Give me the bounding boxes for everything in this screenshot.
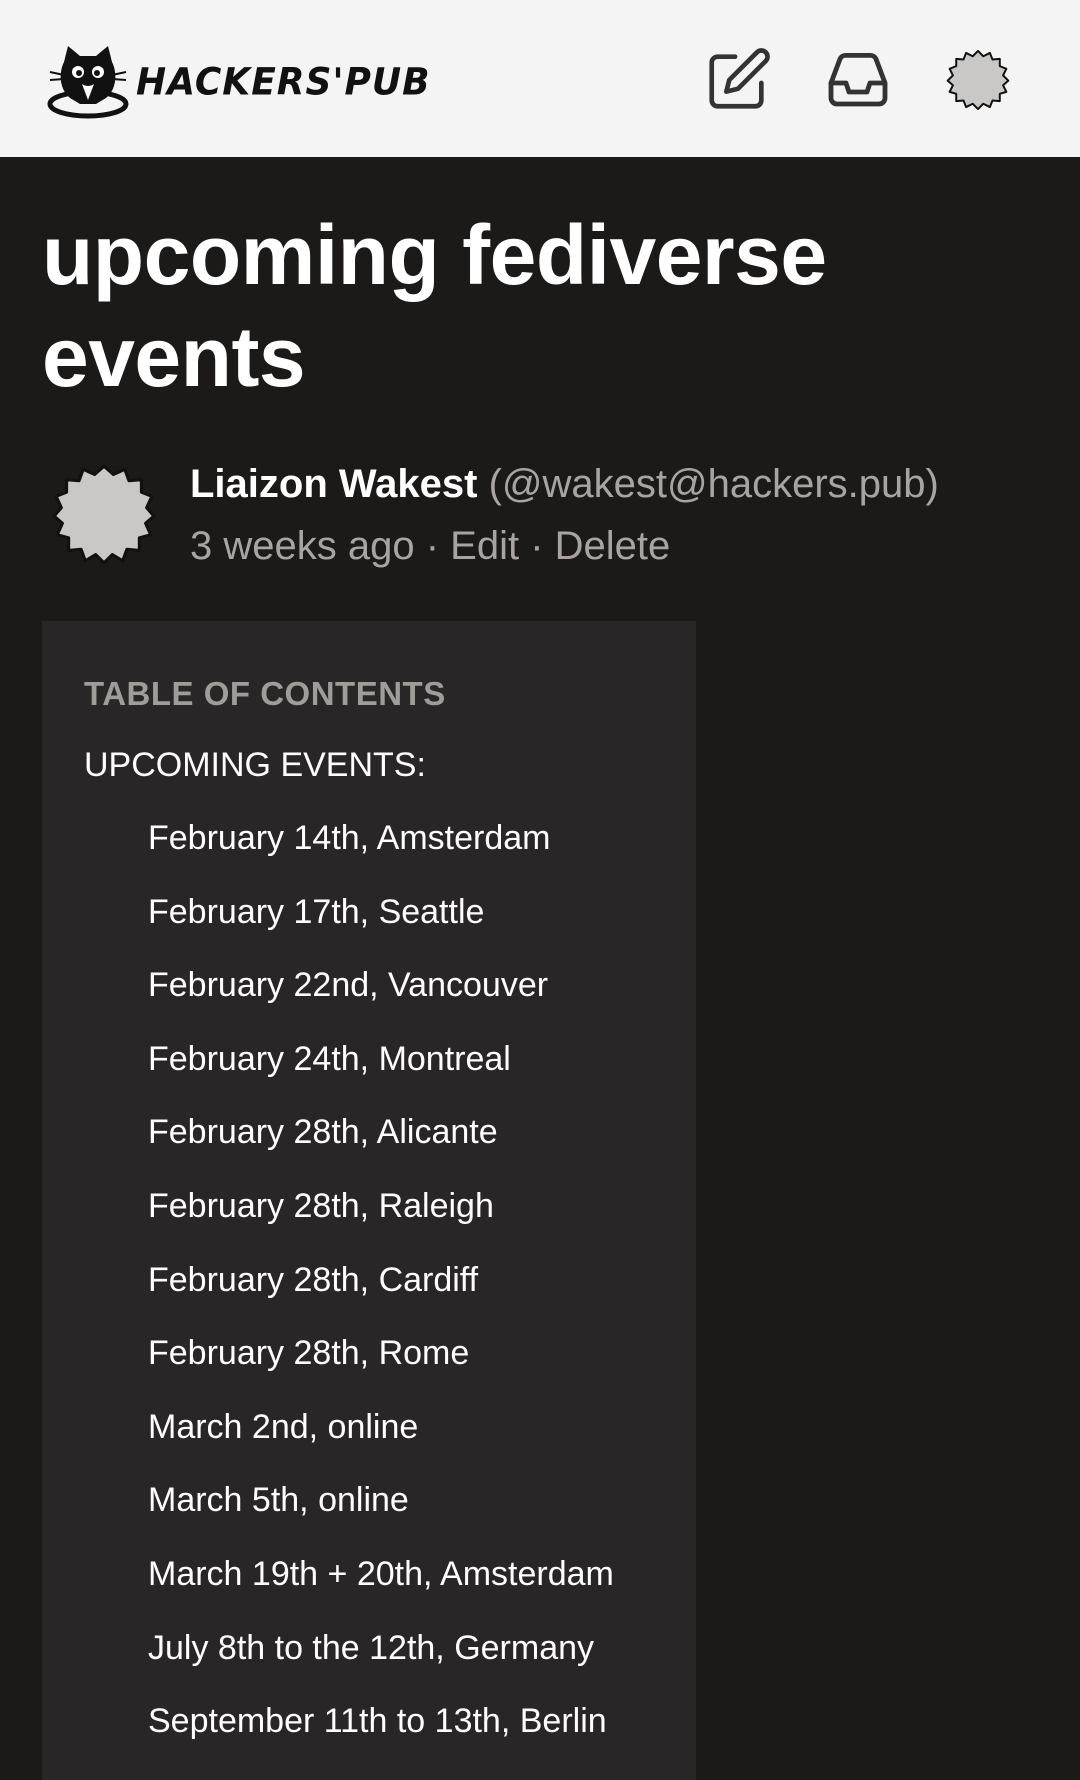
author-avatar[interactable] [52,462,156,566]
toc-item[interactable]: February 14th, Amsterdam [148,815,614,889]
inbox-button[interactable] [820,42,896,118]
author-line: Liaizon Wakest (@wakest@hackers.pub) [190,456,939,512]
publish-time[interactable]: 3 weeks ago [190,524,415,568]
site-logo[interactable]: HACKERS'PUB [46,42,431,122]
meta-separator: · [414,524,451,568]
article-meta: 3 weeks ago · Edit · Delete [190,518,670,574]
author-handle[interactable]: (@wakest@hackers.pub) [489,462,939,506]
toc-item[interactable]: February 28th, Rome [148,1330,614,1404]
toc-item[interactable]: July 8th to the 12th, Germany [148,1625,614,1699]
delete-link[interactable]: Delete [555,524,671,568]
cat-logo-icon [47,46,129,119]
meta-separator: · [519,524,555,568]
toc-item[interactable]: February 28th, Cardiff [148,1257,614,1331]
toc-item[interactable]: March 5th, online [148,1477,614,1551]
toc-item[interactable]: February 17th, Seattle [148,889,614,963]
toc-heading: TABLE OF CONTENTS [84,675,446,712]
edit-link[interactable]: Edit [450,524,519,568]
toc-item[interactable]: March 2nd, online [148,1404,614,1478]
author-name[interactable]: Liaizon Wakest [190,462,477,506]
toc-item[interactable]: September 11th to 13th, Berlin [148,1698,614,1772]
compose-button[interactable] [700,42,776,118]
toc-list: February 14th, Amsterdam February 17th, … [148,815,614,1772]
inbox-icon [828,53,888,107]
table-of-contents: TABLE OF CONTENTS UPCOMING EVENTS: Febru… [42,621,696,1780]
top-navigation-bar: HACKERS'PUB [0,0,1080,157]
avatar-icon [946,49,1010,111]
user-menu-button[interactable] [940,42,1016,118]
site-logo-text: HACKERS'PUB [136,60,431,104]
toc-item[interactable]: March 19th + 20th, Amsterdam [148,1551,614,1625]
toc-item[interactable]: February 28th, Raleigh [148,1183,614,1257]
article-title: upcoming fediverse events [42,208,827,404]
toc-item[interactable]: February 28th, Alicante [148,1109,614,1183]
toc-item[interactable]: February 24th, Montreal [148,1036,614,1110]
toc-item[interactable]: February 22nd, Vancouver [148,962,614,1036]
compose-icon [709,48,770,109]
toc-group-upcoming-events[interactable]: UPCOMING EVENTS: [84,746,426,785]
